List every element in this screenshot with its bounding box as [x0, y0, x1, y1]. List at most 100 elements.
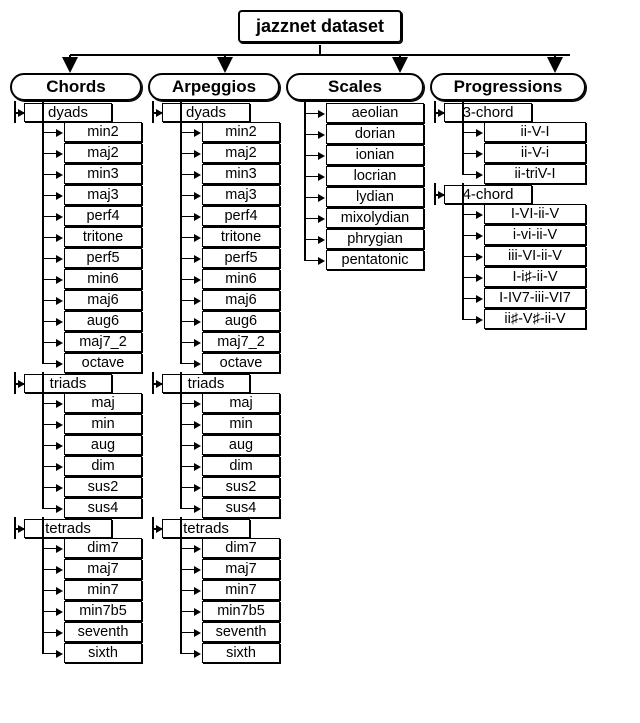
leaf-node: maj7_2: [64, 332, 142, 352]
leaf-node: perf4: [202, 206, 280, 226]
leaf-node: ii-triV-I: [484, 164, 586, 184]
leaf-node: maj: [202, 393, 280, 413]
leaf-node: sixth: [64, 643, 142, 663]
leaf-node: maj3: [64, 185, 142, 205]
leaf-node: aug: [202, 435, 280, 455]
leaf-node: min: [202, 414, 280, 434]
leaf-node: ionian: [326, 145, 424, 165]
column-chords: Chordsdyadsmin2maj2min3maj3perf4tritonep…: [10, 73, 142, 664]
subgroup: 3-chordii-V-Iii-V-iii-triV-I: [430, 103, 586, 185]
subgroup: 4-chordI-VI-ii-Vi-vi-ii-Viii-VI-ii-VI-i♯…: [430, 185, 586, 330]
leaf-node: maj2: [64, 143, 142, 163]
subgroup-header: 4-chord: [444, 185, 532, 204]
subgroup: tetradsdim7maj7min7min7b5seventhsixth: [148, 519, 280, 664]
leaf-node: phrygian: [326, 229, 424, 249]
subgroup-header: tetrads: [24, 519, 112, 538]
arrow-icon: [18, 525, 25, 533]
leaf-node: dim: [202, 456, 280, 476]
leaf-node: maj6: [202, 290, 280, 310]
leaf-node: maj7_2: [202, 332, 280, 352]
leaf-node: min2: [202, 122, 280, 142]
leaf-node: i-vi-ii-V: [484, 225, 586, 245]
category-pill: Scales: [286, 73, 424, 101]
subgroup-header: 3-chord: [444, 103, 532, 122]
leaf-node: sus2: [64, 477, 142, 497]
leaf-node: perf4: [64, 206, 142, 226]
leaf-node: pentatonic: [326, 250, 424, 270]
category-pill: Progressions: [430, 73, 586, 101]
leaf-node: maj7: [64, 559, 142, 579]
arrow-icon: [156, 525, 163, 533]
leaf-node: aug6: [64, 311, 142, 331]
leaf-node: I-VI-ii-V: [484, 204, 586, 224]
arrow-icon: [438, 109, 445, 117]
leaf-node: min6: [64, 269, 142, 289]
leaf-node: tritone: [202, 227, 280, 247]
leaf-node: min7: [202, 580, 280, 600]
leaf-node: locrian: [326, 166, 424, 186]
leaf-node: aeolian: [326, 103, 424, 123]
leaf-node: I-i♯-ii-V: [484, 267, 586, 287]
leaf-node: sus2: [202, 477, 280, 497]
leaf-node: mixolydian: [326, 208, 424, 228]
arrow-icon: [438, 191, 445, 199]
leaf-node: min2: [64, 122, 142, 142]
leaf-node: min7b5: [64, 601, 142, 621]
leaf-node: min3: [64, 164, 142, 184]
column-arpeggios: Arpeggiosdyadsmin2maj2min3maj3perf4trito…: [148, 73, 280, 664]
arrow-icon: [18, 109, 25, 117]
subgroup-header: triads: [24, 374, 112, 393]
subgroup: triadsmajminaugdimsus2sus4: [10, 374, 142, 519]
column-progressions: Progressions3-chordii-V-Iii-V-iii-triV-I…: [430, 73, 586, 330]
leaf-node: maj3: [202, 185, 280, 205]
category-pill: Arpeggios: [148, 73, 280, 101]
leaf-node: dim7: [64, 538, 142, 558]
subgroup: dyadsmin2maj2min3maj3perf4tritoneperf5mi…: [148, 103, 280, 374]
subgroup-header: dyads: [24, 103, 112, 122]
leaf-node: min7b5: [202, 601, 280, 621]
leaf-node: min6: [202, 269, 280, 289]
leaf-node: sixth: [202, 643, 280, 663]
leaf-node: tritone: [64, 227, 142, 247]
leaf-node: dorian: [326, 124, 424, 144]
leaf-node: perf5: [202, 248, 280, 268]
leaf-node: octave: [202, 353, 280, 373]
leaf-node: ii-V-i: [484, 143, 586, 163]
leaf-node: min7: [64, 580, 142, 600]
leaf-node: aug: [64, 435, 142, 455]
leaf-node: octave: [64, 353, 142, 373]
leaf-node: aug6: [202, 311, 280, 331]
subgroup: dyadsmin2maj2min3maj3perf4tritoneperf5mi…: [10, 103, 142, 374]
leaf-node: seventh: [202, 622, 280, 642]
leaf-node: ii♯-V♯-ii-V: [484, 309, 586, 329]
leaf-node: maj6: [64, 290, 142, 310]
subgroup: triadsmajminaugdimsus2sus4: [148, 374, 280, 519]
root-connector: [10, 45, 630, 73]
leaf-node: I-IV7-iii-VI7: [484, 288, 586, 308]
arrow-icon: [156, 109, 163, 117]
leaf-node: sus4: [64, 498, 142, 518]
subgroup-header: tetrads: [162, 519, 250, 538]
leaf-node: min3: [202, 164, 280, 184]
leaf-node: min: [64, 414, 142, 434]
leaf-node: maj: [64, 393, 142, 413]
leaf-node: maj7: [202, 559, 280, 579]
leaf-node: ii-V-I: [484, 122, 586, 142]
arrow-icon: [18, 380, 25, 388]
leaf-node: seventh: [64, 622, 142, 642]
column-scales: Scalesaeoliandorianionianlocrianlydianmi…: [286, 73, 424, 271]
leaf-node: perf5: [64, 248, 142, 268]
leaf-node: iii-VI-ii-V: [484, 246, 586, 266]
leaf-node: dim7: [202, 538, 280, 558]
subgroup: aeoliandorianionianlocrianlydianmixolydi…: [286, 103, 424, 271]
leaf-node: dim: [64, 456, 142, 476]
arrow-icon: [156, 380, 163, 388]
leaf-node: maj2: [202, 143, 280, 163]
subgroup-header: triads: [162, 374, 250, 393]
category-pill: Chords: [10, 73, 142, 101]
leaf-node: lydian: [326, 187, 424, 207]
subgroup: tetradsdim7maj7min7min7b5seventhsixth: [10, 519, 142, 664]
leaf-node: sus4: [202, 498, 280, 518]
root-node: jazznet dataset: [238, 10, 402, 43]
subgroup-header: dyads: [162, 103, 250, 122]
